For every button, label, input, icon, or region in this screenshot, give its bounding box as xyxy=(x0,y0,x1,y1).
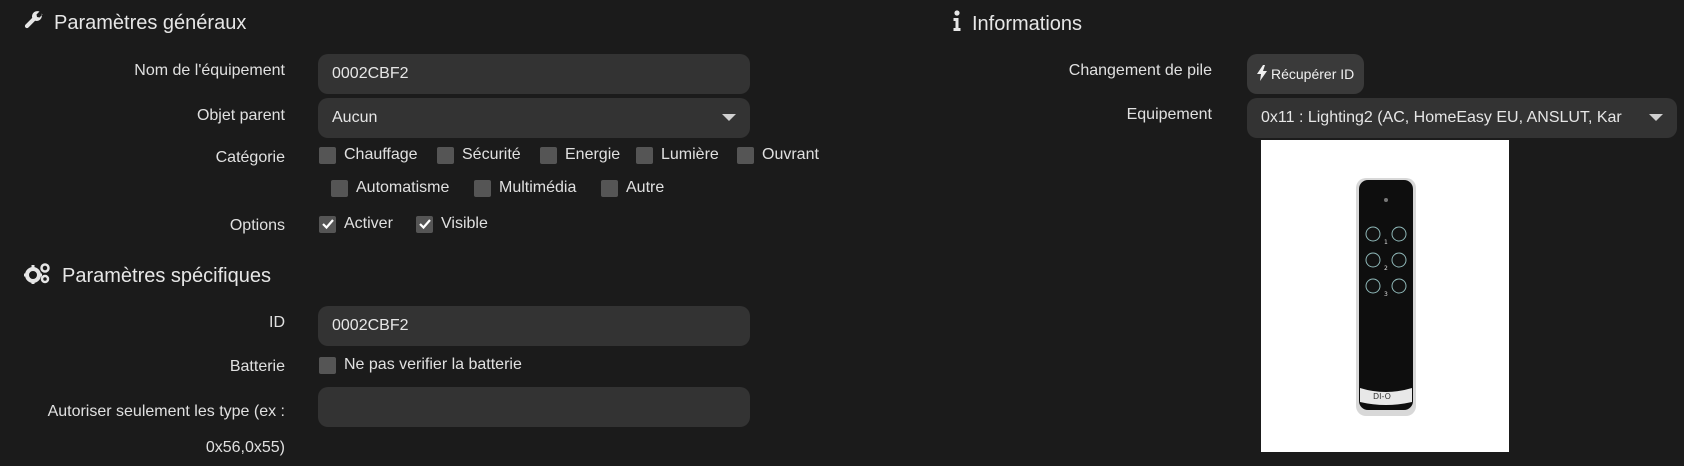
equipment-image: 1 2 3 DI-O xyxy=(1261,140,1509,452)
button-number-2: 2 xyxy=(1384,265,1388,272)
info-title: Informations xyxy=(972,12,1083,35)
id-input[interactable]: 0002CBF2 xyxy=(318,306,750,346)
button-number-1: 1 xyxy=(1384,239,1388,246)
category-energie[interactable]: Energie xyxy=(540,146,620,164)
battery-label: Batterie xyxy=(229,358,285,375)
category-lumiere[interactable]: Lumière xyxy=(636,146,719,164)
option-visible[interactable]: Visible xyxy=(416,215,488,233)
checkbox[interactable] xyxy=(737,146,754,164)
equipment-select-value: 0x11 : Lighting2 (AC, HomeEasy EU, ANSLU… xyxy=(1261,109,1622,126)
types-label-line1: Autoriser seulement les type (ex : xyxy=(47,403,285,420)
caret-down-icon xyxy=(1649,114,1663,121)
parent-label: Objet parent xyxy=(196,107,285,124)
name-label: Nom de l'équipement xyxy=(134,62,285,79)
checkbox[interactable] xyxy=(319,146,336,164)
option-activer[interactable]: Activer xyxy=(319,215,393,233)
specific-section-title: Paramètres spécifiques xyxy=(24,262,271,290)
category-automatisme[interactable]: Automatisme xyxy=(331,179,449,197)
recover-id-button[interactable]: Récupérer ID xyxy=(1247,54,1365,94)
specific-title: Paramètres spécifiques xyxy=(62,264,271,287)
types-input[interactable] xyxy=(318,387,750,427)
general-title: Paramètres généraux xyxy=(54,11,247,34)
wrench-icon xyxy=(24,10,44,36)
id-label: ID xyxy=(269,314,285,331)
name-input[interactable]: 0002CBF2 xyxy=(318,54,750,94)
types-label-line2: 0x56,0x55) xyxy=(205,439,285,456)
button-number-3: 3 xyxy=(1384,291,1388,298)
category-securite[interactable]: Sécurité xyxy=(437,146,521,164)
checkbox[interactable] xyxy=(319,356,336,374)
equipment-label: Equipement xyxy=(1126,106,1212,123)
options-label: Options xyxy=(229,217,285,234)
category-autre[interactable]: Autre xyxy=(601,179,664,197)
checkbox[interactable] xyxy=(636,146,653,164)
category-label: Catégorie xyxy=(215,149,285,166)
caret-down-icon xyxy=(722,114,736,121)
category-ouvrant[interactable]: Ouvrant xyxy=(737,146,819,164)
parent-select[interactable]: Aucun xyxy=(318,98,750,138)
gears-icon xyxy=(24,262,52,290)
info-icon xyxy=(952,10,962,38)
equipment-select[interactable]: 0x11 : Lighting2 (AC, HomeEasy EU, ANSLU… xyxy=(1247,98,1677,138)
bolt-icon xyxy=(1257,64,1267,84)
recover-id-label: Récupérer ID xyxy=(1271,66,1355,82)
remote-brand: DI-O xyxy=(1373,392,1391,401)
category-multimedia[interactable]: Multimédia xyxy=(474,179,576,197)
battery-no-check[interactable]: Ne pas verifier la batterie xyxy=(319,356,522,374)
general-section-title: Paramètres généraux xyxy=(24,10,246,36)
info-section-title: Informations xyxy=(952,10,1082,38)
checkbox-checked[interactable] xyxy=(319,215,336,233)
remote-control-illustration: 1 2 3 DI-O xyxy=(1356,178,1416,416)
parent-select-value: Aucun xyxy=(332,109,378,126)
category-chauffage[interactable]: Chauffage xyxy=(319,146,418,164)
checkbox[interactable] xyxy=(331,179,348,197)
types-label: Autoriser seulement les type (ex : 0x56,… xyxy=(0,394,285,466)
battery-change-label: Changement de pile xyxy=(1068,62,1212,79)
checkbox[interactable] xyxy=(601,179,618,197)
checkbox[interactable] xyxy=(437,146,454,164)
checkbox[interactable] xyxy=(540,146,557,164)
checkbox-checked[interactable] xyxy=(416,215,433,233)
checkbox[interactable] xyxy=(474,179,491,197)
